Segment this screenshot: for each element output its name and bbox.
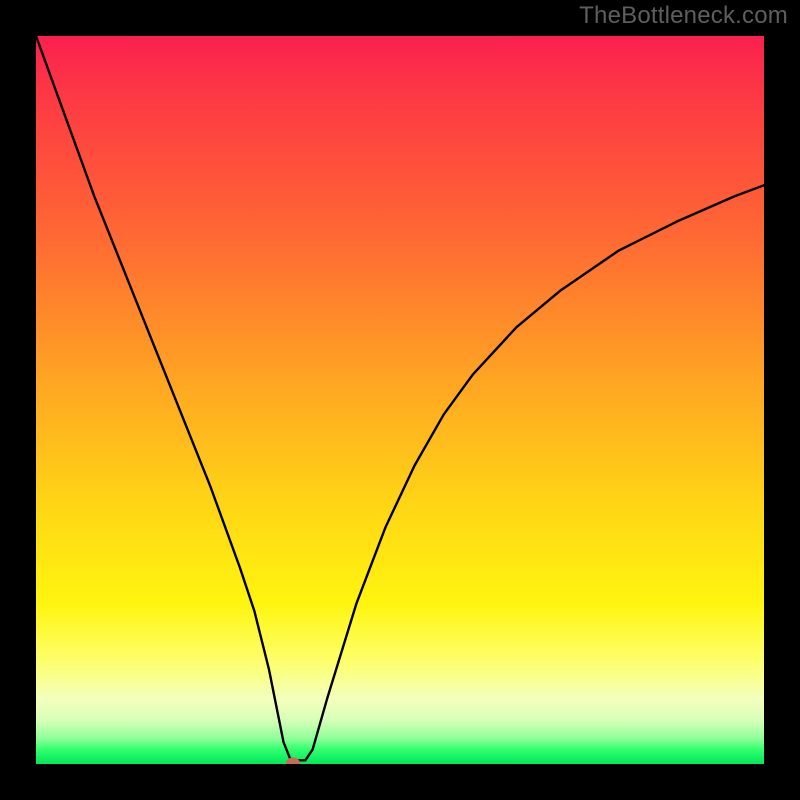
bottleneck-curve [36, 36, 764, 764]
plot-area [36, 36, 764, 764]
watermark-text: TheBottleneck.com [579, 2, 788, 30]
optimal-point-marker [286, 757, 300, 764]
chart-container: TheBottleneck.com [0, 0, 800, 800]
